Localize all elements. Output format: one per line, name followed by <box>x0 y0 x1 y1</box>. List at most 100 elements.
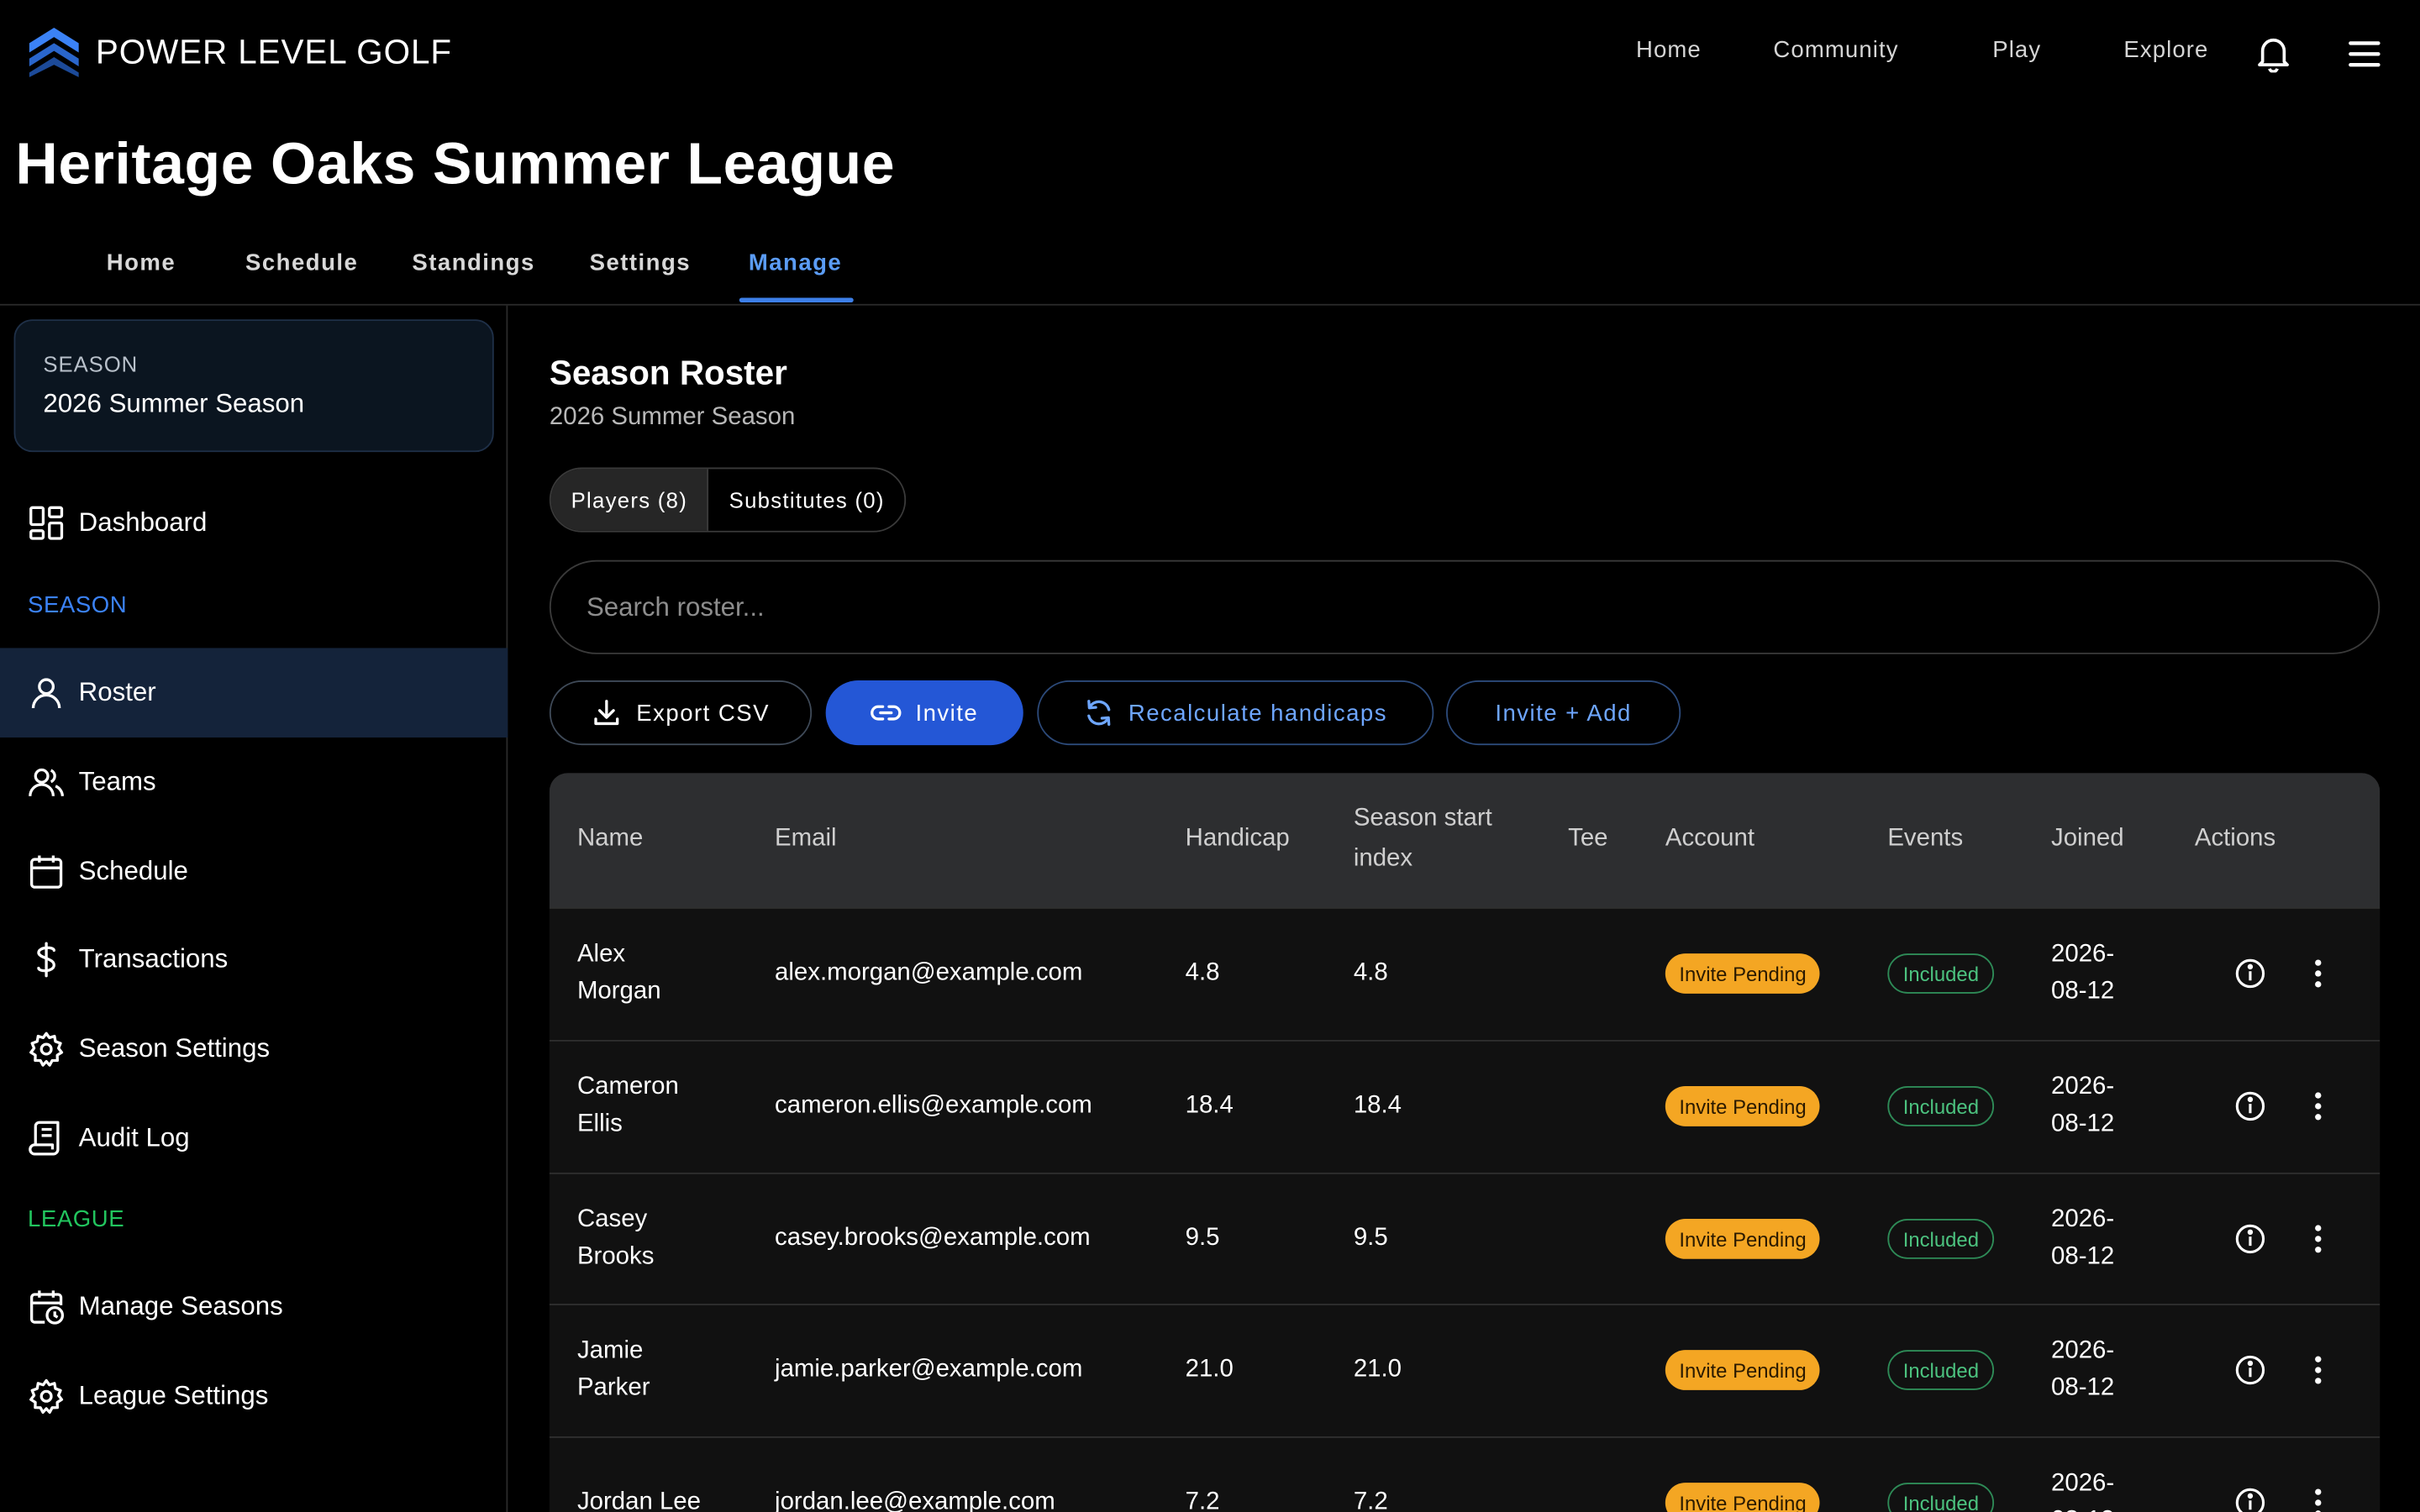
more-vertical-icon[interactable] <box>2302 957 2335 990</box>
player-last-name: Parker <box>576 1374 650 1401</box>
dashboard-icon <box>29 506 64 540</box>
header-events[interactable]: Events <box>1887 819 1963 859</box>
invite-add-label: Invite + Add <box>1495 699 1632 727</box>
topnav-community[interactable]: Community <box>1773 37 1898 63</box>
header-tee[interactable]: Tee <box>1568 819 1607 859</box>
export-csv-button[interactable]: Export CSV <box>549 680 813 746</box>
table-header: Name Email Handicap Season start index T… <box>549 773 2381 908</box>
joined-date-line2: 08-12 <box>2051 1110 2115 1137</box>
joined-date-line2: 08-12 <box>2051 978 2115 1005</box>
app-root: POWER LEVEL GOLF Home Community Play Exp… <box>0 0 2420 1512</box>
header-email[interactable]: Email <box>775 819 836 859</box>
recalculate-handicaps-button[interactable]: Recalculate handicaps <box>1037 680 1434 746</box>
player-email: jordan.lee@example.com <box>775 1488 1055 1512</box>
table-row[interactable]: Casey Brooks casey.brooks@example.com 9.… <box>549 1172 2381 1305</box>
header-joined[interactable]: Joined <box>2051 819 2124 859</box>
page-subtitle: 2026 Summer Season <box>549 404 796 431</box>
calendar-clock-icon <box>30 1290 65 1325</box>
sidebar-item-season-settings[interactable]: Season Settings <box>0 1005 508 1095</box>
dollar-icon <box>37 942 55 978</box>
sidebar-item-transactions[interactable]: Transactions <box>0 915 508 1005</box>
gear-icon <box>29 1032 64 1067</box>
topnav-play[interactable]: Play <box>1992 37 2041 63</box>
player-start-index: 7.2 <box>1353 1488 1388 1512</box>
sidebar: SEASON 2026 Summer Season Dashboard SEAS… <box>0 305 508 1512</box>
sidebar-item-roster[interactable]: Roster <box>0 648 508 738</box>
player-start-index: 4.8 <box>1353 959 1388 986</box>
search-input[interactable] <box>586 591 2379 623</box>
topnav-explore[interactable]: Explore <box>2123 37 2208 63</box>
season-card-label: SEASON <box>43 351 139 377</box>
segment-substitutes[interactable]: Substitutes (0) <box>709 469 905 530</box>
joined-date-line1: 2026- <box>2051 1206 2115 1233</box>
info-icon[interactable] <box>2233 957 2267 990</box>
invite-add-button[interactable]: Invite + Add <box>1446 680 1681 746</box>
player-email: alex.morgan@example.com <box>775 959 1083 986</box>
joined-date-line2: 08-12 <box>2051 1243 2115 1270</box>
tab-settings[interactable]: Settings <box>590 250 691 276</box>
sidebar-item-dashboard[interactable]: Dashboard <box>0 478 508 568</box>
joined-date-line2: 08-12 <box>2051 1374 2115 1401</box>
league-title: Heritage Oaks Summer League <box>15 132 896 198</box>
sidebar-item-label: Roster <box>78 677 156 707</box>
more-vertical-icon[interactable] <box>2302 1222 2335 1256</box>
more-vertical-icon[interactable] <box>2302 1353 2335 1387</box>
sidebar-item-label: Audit Log <box>78 1123 190 1153</box>
events-status-badge: Included <box>1887 1086 1995 1126</box>
account-status-badge: Invite Pending <box>1665 953 1821 994</box>
users-icon <box>29 768 65 797</box>
table-row[interactable]: Jamie Parker jamie.parker@example.com 21… <box>549 1304 2381 1437</box>
header-season-start-line1[interactable]: Season start <box>1354 799 1492 839</box>
table-row[interactable]: Cameron Ellis cameron.ellis@example.com … <box>549 1039 2381 1173</box>
sidebar-item-label: Schedule <box>78 856 188 886</box>
gear-icon <box>29 1378 64 1415</box>
player-last-name: Ellis <box>576 1110 623 1137</box>
sidebar-item-audit-log[interactable]: Audit Log <box>0 1094 508 1184</box>
events-status-badge: Included <box>1887 953 1995 994</box>
roster-segmented-control: Players (8) Substitutes (0) <box>549 467 907 533</box>
sidebar-item-manage-seasons[interactable]: Manage Seasons <box>0 1262 508 1352</box>
player-last-name: Brooks <box>576 1243 655 1270</box>
account-status-badge: Invite Pending <box>1665 1219 1821 1259</box>
segment-players[interactable]: Players (8) <box>550 469 709 531</box>
season-selector[interactable]: SEASON 2026 Summer Season <box>13 319 494 453</box>
calendar-icon <box>30 855 63 889</box>
info-icon[interactable] <box>2233 1353 2267 1387</box>
events-status-badge: Included <box>1887 1483 1995 1512</box>
sidebar-item-label: Season Settings <box>78 1033 271 1063</box>
invite-label: Invite <box>915 699 979 727</box>
export-csv-label: Export CSV <box>636 699 770 727</box>
tab-schedule[interactable]: Schedule <box>245 250 358 276</box>
table-row[interactable]: Alex Morgan alex.morgan@example.com 4.8 … <box>549 907 2381 1040</box>
sidebar-item-teams[interactable]: Teams <box>0 738 508 827</box>
info-icon[interactable] <box>2233 1486 2267 1512</box>
tab-home[interactable]: Home <box>107 250 176 276</box>
header-name[interactable]: Name <box>577 819 643 859</box>
scroll-log-icon <box>29 1121 60 1156</box>
hamburger-menu-icon[interactable] <box>2348 39 2381 70</box>
topnav-home[interactable]: Home <box>1636 37 1702 63</box>
header-account[interactable]: Account <box>1665 819 1754 859</box>
tab-manage[interactable]: Manage <box>749 250 842 276</box>
header-season-start-line2[interactable]: index <box>1354 839 1413 879</box>
more-vertical-icon[interactable] <box>2302 1089 2335 1123</box>
player-start-index: 21.0 <box>1353 1356 1402 1383</box>
info-icon[interactable] <box>2233 1222 2267 1256</box>
tab-standings[interactable]: Standings <box>412 250 534 276</box>
joined-date-line1: 2026- <box>2051 1470 2115 1497</box>
player-start-index: 18.4 <box>1353 1092 1402 1119</box>
season-section-heading: SEASON <box>28 592 128 619</box>
info-icon[interactable] <box>2233 1089 2267 1123</box>
sidebar-item-schedule[interactable]: Schedule <box>0 827 508 916</box>
events-status-badge: Included <box>1887 1219 1995 1259</box>
account-status-badge: Invite Pending <box>1665 1086 1821 1126</box>
sidebar-item-league-settings[interactable]: League Settings <box>0 1352 508 1441</box>
player-first-name: Casey <box>576 1206 648 1233</box>
table-row[interactable]: Jordan Lee jordan.lee@example.com 7.2 7.… <box>549 1436 2381 1512</box>
bell-icon[interactable] <box>2256 35 2290 73</box>
header-handicap[interactable]: Handicap <box>1186 819 1290 859</box>
joined-date-line1: 2026- <box>2051 1337 2115 1364</box>
brand[interactable]: POWER LEVEL GOLF <box>26 24 452 80</box>
invite-button[interactable]: Invite <box>825 680 1023 746</box>
more-vertical-icon[interactable] <box>2302 1486 2335 1512</box>
